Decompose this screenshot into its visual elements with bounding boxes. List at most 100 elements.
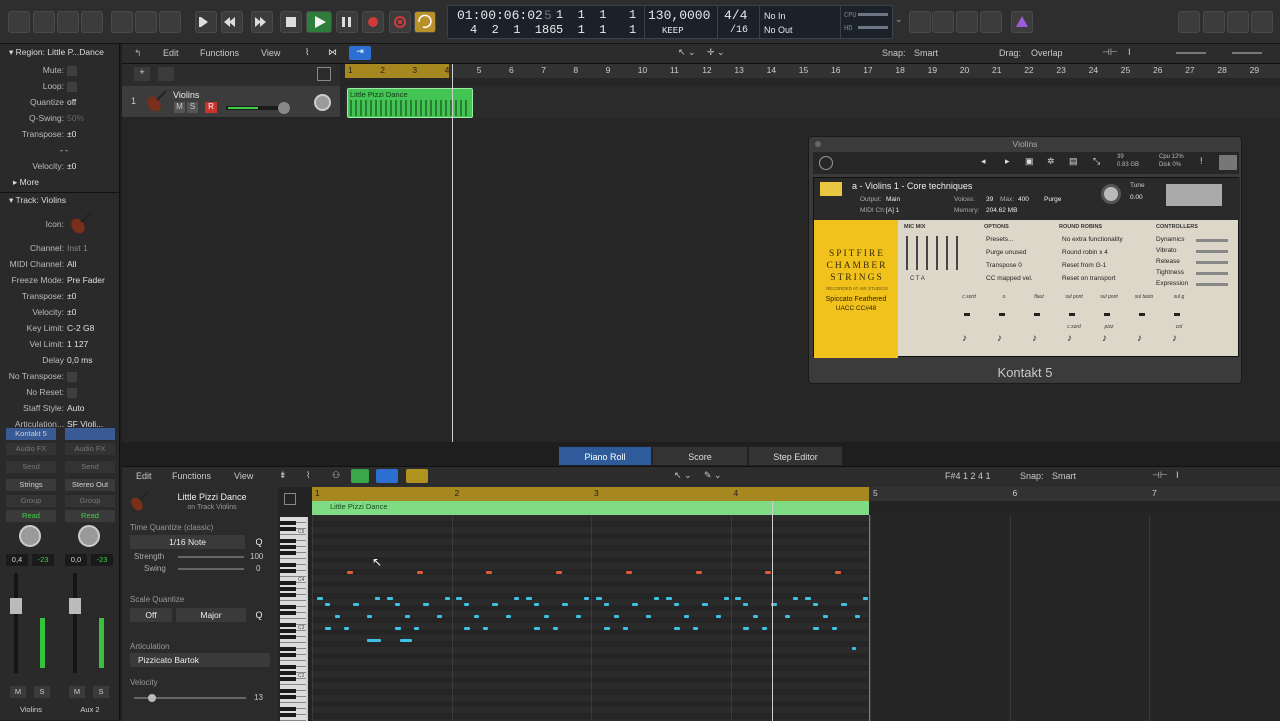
pr-vzoom-icon[interactable]: Ⅰ: [1176, 470, 1179, 481]
articulation-marker[interactable]: [1174, 313, 1180, 316]
midi-note[interactable]: [386, 597, 393, 600]
flex-icon[interactable]: ⋈: [328, 47, 337, 58]
purple-triangle-icon[interactable]: [1011, 11, 1033, 33]
tune-value[interactable]: 0.00: [1130, 194, 1143, 201]
arrange-ruler[interactable]: 1 2 3 4 5 6 7 8 9 10 11 12 13 14 15 16 17 18 19 20 21 22 23 24 2…: [345, 64, 1280, 78]
playhead[interactable]: [452, 64, 453, 442]
midi-note[interactable]: [625, 571, 632, 574]
region-row[interactable]: Velocity: ±0: [0, 161, 120, 175]
black-key[interactable]: [280, 689, 296, 693]
strip-slot[interactable]: [65, 428, 115, 440]
midi-note[interactable]: [534, 627, 541, 630]
row-value[interactable]: 1 127: [67, 339, 88, 349]
articulation-select[interactable]: Pizzicato Bartok: [130, 653, 270, 667]
black-key[interactable]: [280, 629, 296, 633]
tune-knob[interactable]: [1101, 184, 1121, 204]
midi-note[interactable]: [413, 627, 419, 630]
black-key[interactable]: [280, 695, 296, 699]
scale-quantize-button[interactable]: Q: [249, 608, 269, 622]
pointer-tool-icon[interactable]: ↖ ⌄: [678, 47, 696, 58]
midi-note[interactable]: [534, 603, 540, 606]
scale-root-select[interactable]: Off: [130, 608, 172, 622]
midi-note[interactable]: [631, 603, 638, 606]
strip-solo-button[interactable]: S: [93, 686, 109, 698]
black-key[interactable]: [280, 563, 296, 567]
row-value[interactable]: ±0: [67, 161, 76, 171]
more-disclosure[interactable]: ▸ More: [0, 177, 120, 191]
track-row-field[interactable]: Delay 0,0 ms: [0, 355, 120, 369]
midi-note[interactable]: [526, 597, 533, 600]
midi-note[interactable]: [394, 603, 400, 606]
strip-out[interactable]: Strings: [6, 479, 56, 491]
row-value[interactable]: off: [67, 97, 76, 107]
midi-note[interactable]: [765, 571, 772, 574]
round-robin-option[interactable]: Reset on transport: [1062, 275, 1115, 282]
violin-icon[interactable]: [67, 211, 93, 237]
warning-icon[interactable]: !: [1200, 156, 1203, 166]
midi-note[interactable]: [613, 615, 619, 618]
resize-icon[interactable]: ⤡: [1093, 156, 1100, 167]
black-key[interactable]: [280, 521, 296, 525]
track-row-field[interactable]: Staff Style: Auto: [0, 403, 120, 417]
record-enable-button[interactable]: R: [205, 102, 217, 113]
edit-menu[interactable]: Edit: [163, 48, 179, 58]
max-value[interactable]: 400: [1018, 196, 1029, 203]
pr-edit-menu[interactable]: Edit: [136, 471, 152, 481]
region-row[interactable]: - -: [0, 145, 120, 159]
strip-solo-button[interactable]: S: [34, 686, 50, 698]
instrument-name[interactable]: a - Violins 1 - Core techniques: [852, 181, 972, 191]
icon-row[interactable]: Icon:: [0, 211, 120, 234]
catch-icon[interactable]: ⇥: [349, 46, 371, 60]
midi-note[interactable]: [603, 627, 610, 630]
midi-note[interactable]: [743, 603, 749, 606]
row-value[interactable]: 50%: [67, 113, 84, 123]
strip-fader-track[interactable]: [73, 573, 77, 673]
row-checkbox[interactable]: [67, 388, 77, 398]
midi-note[interactable]: [444, 597, 450, 600]
strip-slot[interactable]: Kontakt 5: [6, 428, 56, 440]
row-value[interactable]: ±0: [67, 307, 76, 317]
velocity-slider-knob[interactable]: [148, 694, 156, 702]
pr-pointer-tool-icon[interactable]: ↖ ⌄: [674, 470, 692, 481]
midi-note[interactable]: [375, 597, 380, 600]
tab-score[interactable]: Score: [652, 446, 748, 466]
midi-note[interactable]: [645, 615, 651, 618]
global-tracks-icon[interactable]: [158, 67, 174, 81]
link-icon[interactable]: [406, 469, 428, 483]
strip-fader-knob[interactable]: [10, 598, 22, 614]
row-checkbox[interactable]: [67, 372, 77, 382]
midi-note[interactable]: [695, 571, 702, 574]
midi-note[interactable]: [834, 571, 841, 574]
region-row[interactable]: Mute:: [0, 65, 120, 79]
midi-note[interactable]: [793, 597, 799, 600]
midi-note[interactable]: [344, 627, 349, 630]
midi-note[interactable]: [317, 597, 323, 600]
lcd-chevron-icon[interactable]: ⌄: [895, 14, 903, 25]
pr-catch-icon[interactable]: [376, 469, 398, 483]
midi-note[interactable]: [436, 615, 442, 618]
note-glyph-icon[interactable]: ♪: [1102, 334, 1112, 344]
strip-mute-button[interactable]: M: [69, 686, 85, 698]
strip-group[interactable]: Group: [6, 495, 56, 507]
kontakt-option[interactable]: Transpose 0: [986, 262, 1022, 269]
midi-note[interactable]: [762, 627, 768, 630]
pr-pencil-tool-icon[interactable]: ✎ ⌄: [704, 470, 722, 481]
articulation-marker[interactable]: [1034, 313, 1040, 316]
midi-out-icon[interactable]: [351, 469, 369, 483]
round-robin-option[interactable]: Reset from G-1: [1062, 262, 1106, 269]
track-row-field[interactable]: Transpose: ±0: [0, 291, 120, 305]
add-track-icon[interactable]: +: [134, 67, 150, 81]
collapse-icon[interactable]: ⇟: [279, 470, 287, 481]
articulation-marker[interactable]: [964, 313, 970, 316]
midi-note[interactable]: [404, 615, 410, 618]
row-value[interactable]: Auto: [67, 403, 85, 413]
strip-fader-track[interactable]: [14, 573, 18, 673]
note-pad-icon[interactable]: [1203, 11, 1225, 33]
midi-note[interactable]: [822, 615, 828, 618]
midi-note[interactable]: [514, 597, 520, 600]
note-grid[interactable]: [312, 515, 1280, 721]
black-key[interactable]: [280, 587, 296, 591]
midi-note[interactable]: [553, 627, 559, 630]
row-value[interactable]: All: [67, 259, 76, 269]
midi-note[interactable]: [325, 603, 330, 606]
